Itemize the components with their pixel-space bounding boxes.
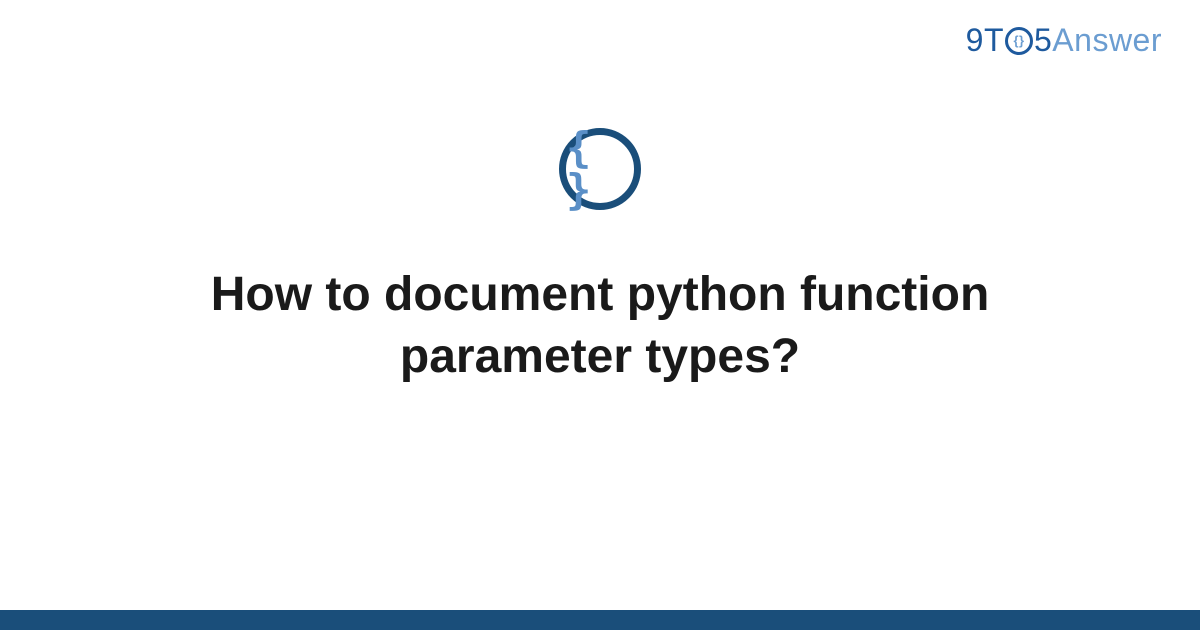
logo-text-5: 5 — [1034, 22, 1052, 58]
logo-text-9t: 9T — [966, 22, 1004, 58]
question-title: How to document python function paramete… — [125, 264, 1075, 389]
topic-icon-circle: { } — [559, 128, 641, 210]
code-braces-icon: { } — [566, 127, 634, 211]
site-logo: 9T {} 5Answer — [966, 22, 1162, 59]
footer-accent-bar — [0, 610, 1200, 630]
logo-text-answer: Answer — [1052, 22, 1162, 58]
logo-o-braces: {} — [1013, 34, 1024, 47]
logo-o-icon: {} — [1005, 27, 1033, 55]
main-content: { } How to document python function para… — [0, 128, 1200, 389]
